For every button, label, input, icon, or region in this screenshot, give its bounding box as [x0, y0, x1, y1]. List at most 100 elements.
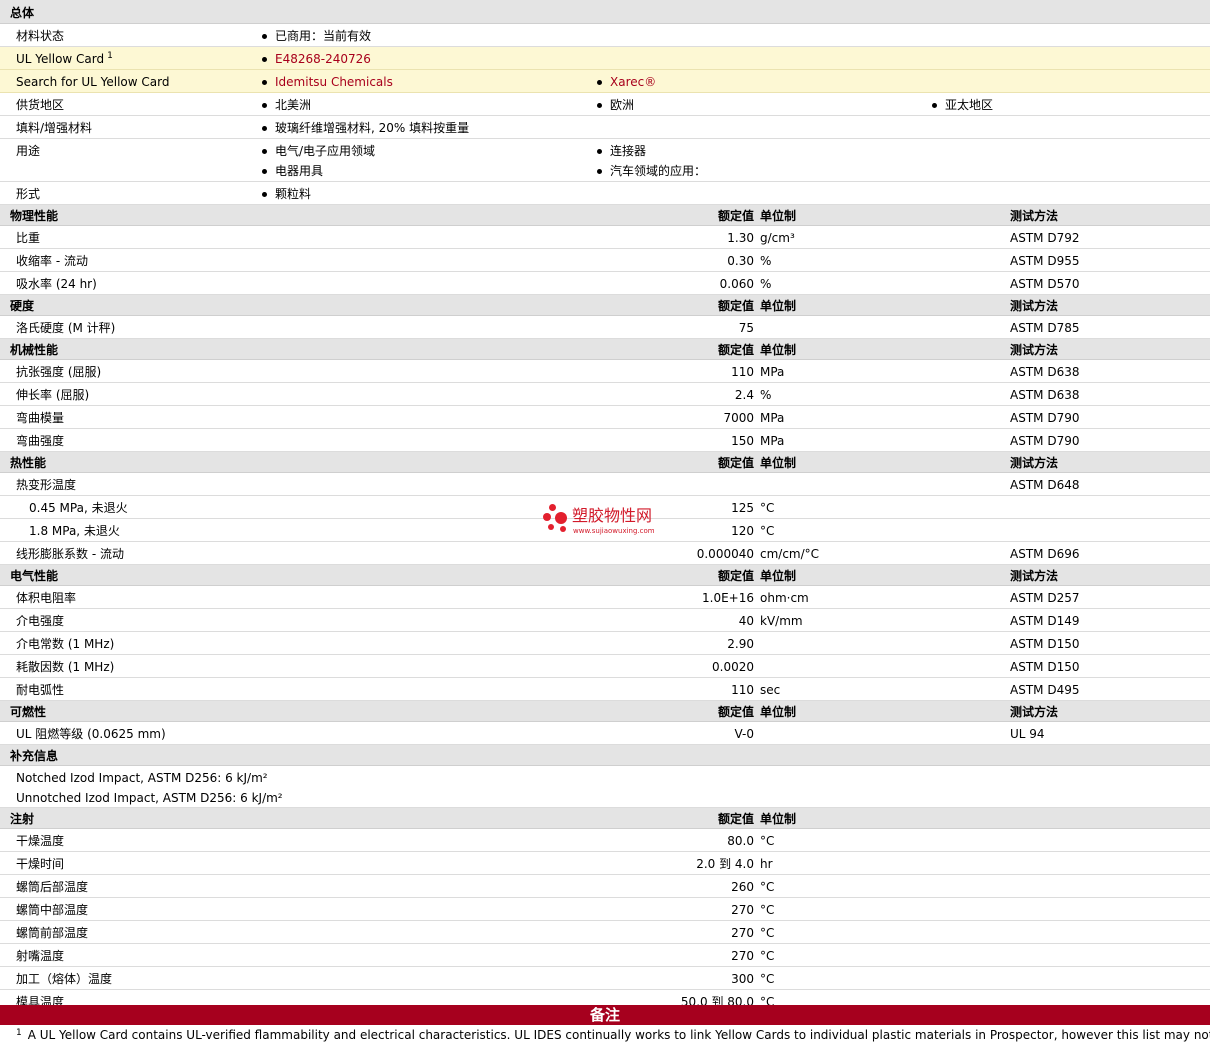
prop-unit: % [760, 254, 772, 268]
prop-method: UL 94 [1010, 727, 1045, 741]
header-unit: 单位制 [760, 812, 797, 826]
prop-name: UL 阻燃等级 (0.0625 mm) [16, 727, 166, 741]
prop-value: 2.90 [727, 637, 754, 651]
prop-name: 形式 [16, 187, 41, 201]
section-title: 热性能 [10, 456, 47, 470]
prop-name: 螺筒前部温度 [16, 926, 89, 940]
watermark-logo-dot [548, 524, 554, 530]
prop-value: 40 [738, 614, 754, 628]
header-value: 额定值 [717, 812, 754, 826]
prop-method: ASTM D696 [1010, 547, 1080, 561]
table-row: 吸水率 (24 hr) 0.060 % ASTM D570 [0, 272, 1210, 295]
prop-value: 1.0E+16 [702, 591, 754, 605]
header-value: 额定值 [717, 705, 754, 719]
prop-value: 270 [731, 949, 754, 963]
header-method: 测试方法 [1010, 209, 1059, 223]
prop-value: 连接器 [595, 144, 646, 158]
prop-name: 干燥时间 [16, 857, 65, 871]
prop-unit: hr [760, 857, 773, 871]
prop-name: 伸长率 (屈服) [16, 388, 90, 402]
table-row: 干燥温度 80.0 °C [0, 829, 1210, 852]
prop-value: 110 [731, 365, 754, 379]
row-region: 供货地区 北美洲 欧洲 亚太地区 [0, 93, 1210, 116]
prop-unit: kV/mm [760, 614, 803, 628]
prop-name: 螺筒后部温度 [16, 880, 89, 894]
prop-value: 玻璃纤维增强材料, 20% 填料按重量 [260, 121, 469, 135]
prop-name: 比重 [16, 231, 41, 245]
prop-unit: g/cm³ [760, 231, 795, 245]
prop-name: 射嘴温度 [16, 949, 65, 963]
prop-name: 介电强度 [16, 614, 65, 628]
ul-card-link[interactable]: E48268-240726 [260, 52, 371, 66]
watermark-url: www.sujiaowuxing.com [573, 527, 655, 535]
footnote: 1 A UL Yellow Card contains UL-verified f… [16, 1028, 1210, 1042]
prop-name: 材料状态 [16, 29, 65, 43]
prop-method: ASTM D638 [1010, 388, 1080, 402]
prop-unit: °C [760, 834, 775, 848]
footnote-marker: 1 [16, 1028, 22, 1038]
header-unit: 单位制 [760, 343, 797, 357]
section-title: 硬度 [10, 299, 35, 313]
row-ul-yellow-card: UL Yellow Card 1 E48268-240726 [0, 47, 1210, 70]
prop-unit: % [760, 277, 772, 291]
table-row: 介电强度 40 kV/mm ASTM D149 [0, 609, 1210, 632]
table-row: UL 阻燃等级 (0.0625 mm) V-0 UL 94 [0, 722, 1210, 745]
header-method: 测试方法 [1010, 456, 1059, 470]
prop-unit: °C [760, 972, 775, 986]
notes-header: 备注 [0, 1005, 1210, 1025]
table-row: 加工（熔体）温度 300 °C [0, 967, 1210, 990]
prop-name: 耗散因数 (1 MHz) [16, 660, 115, 674]
prop-name: 填料/增强材料 [16, 121, 93, 135]
prop-value: 欧洲 [595, 98, 634, 112]
prop-name: 弯曲模量 [16, 411, 65, 425]
header-unit: 单位制 [760, 569, 797, 583]
table-row: 介电常数 (1 MHz) 2.90 ASTM D150 [0, 632, 1210, 655]
header-value: 额定值 [717, 456, 754, 470]
header-method: 测试方法 [1010, 705, 1059, 719]
prop-value: 75 [738, 321, 754, 335]
prop-name: 用途 [16, 144, 41, 158]
prop-unit: °C [760, 501, 775, 515]
row-search-ul-card: Search for UL Yellow Card Idemitsu Chemi… [0, 70, 1210, 93]
row-material-status: 材料状态 已商用：当前有效 [0, 24, 1210, 47]
prop-value: 0.000040 [696, 547, 754, 561]
footnote-text: A UL Yellow Card contains UL-verified fl… [27, 1028, 1210, 1042]
prop-name: Search for UL Yellow Card [16, 75, 170, 89]
prop-unit: % [760, 388, 772, 402]
prop-unit: ohm·cm [760, 591, 809, 605]
section-header-injection: 注射 额定值 单位制 [0, 808, 1210, 829]
table-row: 干燥时间 2.0 到 4.0 hr [0, 852, 1210, 875]
prop-method: ASTM D638 [1010, 365, 1080, 379]
prop-name: 收缩率 - 流动 [16, 254, 88, 268]
header-method: 测试方法 [1010, 299, 1059, 313]
idemitsu-link[interactable]: Idemitsu Chemicals [260, 75, 393, 89]
row-form: 形式 颗粒料 [0, 182, 1210, 205]
section-title: 总体 [10, 6, 35, 20]
header-value: 额定值 [717, 209, 754, 223]
table-row: 比重 1.30 g/cm³ ASTM D792 [0, 226, 1210, 249]
prop-unit: MPa [760, 434, 785, 448]
header-value: 额定值 [717, 343, 754, 357]
section-title: 可燃性 [10, 705, 47, 719]
prop-value: 0.0020 [712, 660, 754, 674]
watermark-logo-dot [560, 526, 566, 532]
header-method: 测试方法 [1010, 569, 1059, 583]
row-filler: 填料/增强材料 玻璃纤维增强材料, 20% 填料按重量 [0, 116, 1210, 139]
prop-method: ASTM D570 [1010, 277, 1080, 291]
watermark-logo-dot [555, 512, 567, 524]
supplemental-line: Notched Izod Impact, ASTM D256: 6 kJ/m² [16, 771, 268, 785]
table-row: 抗张强度 (屈服) 110 MPa ASTM D638 [0, 360, 1210, 383]
prop-name: 耐电弧性 [16, 683, 65, 697]
prop-name: 供货地区 [16, 98, 65, 112]
prop-value: 150 [731, 434, 754, 448]
header-unit: 单位制 [760, 209, 797, 223]
header-value: 额定值 [717, 569, 754, 583]
watermark-logo-dot [549, 504, 556, 511]
table-row: 伸长率 (屈服) 2.4 % ASTM D638 [0, 383, 1210, 406]
xarec-link[interactable]: Xarec® [595, 75, 656, 89]
prop-value: 270 [731, 926, 754, 940]
prop-name: 加工（熔体）温度 [16, 972, 113, 986]
section-header-supplemental: 补充信息 [0, 745, 1210, 766]
prop-value: 300 [731, 972, 754, 986]
prop-unit: cm/cm/°C [760, 547, 820, 561]
